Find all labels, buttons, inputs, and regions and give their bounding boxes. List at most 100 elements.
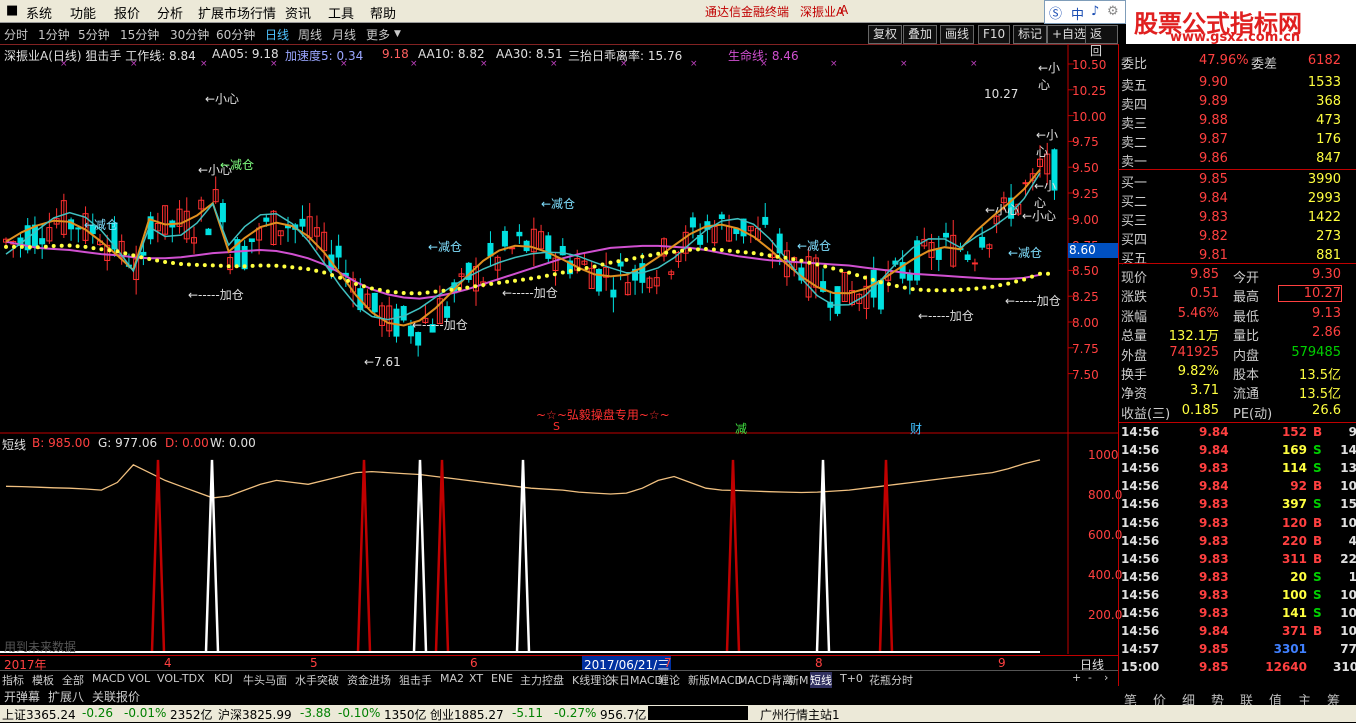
trade-side: B xyxy=(1313,515,1323,530)
ime-sound[interactable]: ♪ xyxy=(1091,4,1099,19)
indicator-tab[interactable]: VOL-TDX xyxy=(157,672,205,685)
indicator-tab[interactable]: 新版MACD xyxy=(688,672,743,688)
trade-price: 9.83 xyxy=(1199,606,1229,620)
period-monthly[interactable]: 月线 xyxy=(332,26,356,43)
buy-level-row[interactable]: 买一 9.85 3990 xyxy=(1119,171,1343,191)
mark-button[interactable]: 标记 xyxy=(1013,25,1048,44)
period-30min[interactable]: 30分钟 xyxy=(170,26,209,43)
danmaku-button[interactable]: 开弹幕 xyxy=(4,688,40,705)
period-fenshi[interactable]: 分时 xyxy=(4,26,28,43)
status-cy-index[interactable]: 创业1885.27 xyxy=(430,706,504,723)
kline-chart[interactable]: × × × × × × × × × × × × × × xyxy=(0,44,1118,690)
aa30-dot xyxy=(179,262,183,266)
indicator-tab[interactable]: 水手突破 xyxy=(295,672,339,688)
back-button[interactable]: 返回 xyxy=(1085,25,1118,58)
aa30-dot xyxy=(767,253,772,258)
sell-level-row[interactable]: 卖二 9.87 176 xyxy=(1119,131,1343,151)
aa30-dot xyxy=(417,291,422,296)
candle-body xyxy=(943,232,949,238)
indicator-tab[interactable]: 新M xyxy=(788,672,809,688)
indicator-tab[interactable]: MA2 xyxy=(440,672,464,685)
menu-analysis[interactable]: 分析 xyxy=(157,3,183,22)
menu-tools[interactable]: 工具 xyxy=(328,3,354,22)
linked-quote-button[interactable]: 关联报价 xyxy=(92,688,140,705)
period-15min[interactable]: 15分钟 xyxy=(120,26,159,43)
settings-icon[interactable]: ⚙ xyxy=(1107,4,1119,19)
aa30-dot xyxy=(385,289,390,294)
menu-function[interactable]: 功能 xyxy=(70,3,96,22)
menu-help[interactable]: 帮助 xyxy=(370,3,396,22)
quote-row: 总量 132.1万 量比 2.86 xyxy=(1119,324,1343,344)
indicator-tab[interactable]: 狙击手 xyxy=(399,672,432,688)
date-axis: 2017年 4 5 6 2017/06/21/三 7 8 9 日线 xyxy=(0,655,1118,673)
indicator-tab[interactable]: 模板 xyxy=(32,672,54,688)
period-60min[interactable]: 60分钟 xyxy=(216,26,255,43)
aa30-dot xyxy=(473,284,478,289)
aa30-dot xyxy=(886,282,891,287)
menu-quote[interactable]: 报价 xyxy=(114,3,140,22)
fuquan-button[interactable]: 复权 xyxy=(868,25,903,44)
status-hs-change: -3.88 xyxy=(300,706,332,720)
status-sh-index[interactable]: 上证3365.24 xyxy=(2,706,76,723)
indicator-tab[interactable]: 花瓶分时 xyxy=(869,672,913,688)
indicator-tab[interactable]: VOL xyxy=(128,672,150,685)
search-input[interactable]: Ⓢ 中 ♪ ⚙ xyxy=(1044,0,1126,24)
trade-count: 10 xyxy=(1340,606,1356,620)
more-dropdown-icon[interactable]: ▼ xyxy=(394,29,401,39)
period-5min[interactable]: 5分钟 xyxy=(78,26,110,43)
status-hs-index[interactable]: 沪深3825.99 xyxy=(218,706,292,723)
sell-level-row[interactable]: 卖四 9.89 368 xyxy=(1119,93,1343,113)
menu-info[interactable]: 资讯 xyxy=(285,3,311,22)
extend8-button[interactable]: 扩展八 xyxy=(48,688,84,705)
buy-level-row[interactable]: 买三 9.83 1422 xyxy=(1119,209,1343,229)
indicator-tab[interactable]: 全部 xyxy=(62,672,84,688)
indicator-tab[interactable]: XT xyxy=(469,672,483,685)
aa30-dot xyxy=(536,275,541,280)
menu-ext-market[interactable]: 扩展市场行情 xyxy=(198,3,276,22)
tab-scroll-right-icon[interactable]: › xyxy=(1104,671,1108,684)
indicator-tab[interactable]: 牛头马面 xyxy=(243,672,287,688)
trade-row: 14:56 9.83 141 S 10 xyxy=(1119,605,1356,623)
buy-level-row[interactable]: 买四 9.82 273 xyxy=(1119,228,1343,248)
watermark-logo: 股票公式指标网 www.gsxz.com.cn xyxy=(1126,0,1356,45)
sub-indicator-name[interactable]: 短线 xyxy=(2,436,26,453)
indicator-tab[interactable]: 末日MACD xyxy=(608,672,663,688)
top-marker: × xyxy=(550,59,558,69)
sell-level-row[interactable]: 卖三 9.88 473 xyxy=(1119,112,1343,132)
indicator-tab[interactable]: 短线 xyxy=(810,672,832,688)
candle-body xyxy=(39,238,46,245)
indicator-tab[interactable]: 主力控盘 xyxy=(520,672,564,688)
period-1min[interactable]: 1分钟 xyxy=(38,26,70,43)
tab-scroll: + - › xyxy=(1068,671,1118,687)
indicator-tab[interactable]: MACD背离 xyxy=(738,672,793,688)
candle-body xyxy=(393,308,400,337)
menu-system[interactable]: 系统 xyxy=(26,3,52,22)
draw-line-button[interactable]: 画线 xyxy=(940,25,975,44)
sell-level-row[interactable]: 卖一 9.86 847 xyxy=(1119,150,1343,170)
indicator-tab[interactable]: T+0 xyxy=(840,672,863,685)
sell-level-volume: 368 xyxy=(1316,94,1341,109)
indicator-tab[interactable]: ENE xyxy=(491,672,513,685)
aa30-dot xyxy=(1022,277,1027,282)
trade-time: 14:56 xyxy=(1121,461,1160,476)
indicator-tab[interactable]: 资金进场 xyxy=(347,672,391,688)
period-daily[interactable]: 日线 xyxy=(265,26,289,43)
indicator-tab[interactable]: KDJ xyxy=(214,672,233,685)
overlay-button[interactable]: 叠加 xyxy=(903,25,938,44)
sell-level-row[interactable]: 卖五 9.90 1533 xyxy=(1119,74,1343,94)
indicator-tab[interactable]: K线理论 xyxy=(572,672,612,688)
quote-value: 0.185 xyxy=(1181,402,1219,418)
buy-level-row[interactable]: 买二 9.84 2993 xyxy=(1119,190,1343,210)
period-more[interactable]: 更多 xyxy=(366,26,390,43)
tab-add-icon[interactable]: + xyxy=(1072,671,1081,684)
quote-label-2: PE(动) xyxy=(1233,406,1273,422)
f10-button[interactable]: F10 xyxy=(978,25,1011,44)
indicator-tab[interactable]: 指标 xyxy=(2,672,24,688)
sub-signal-spike xyxy=(434,459,450,653)
ime-chinese[interactable]: 中 xyxy=(1071,4,1084,23)
period-weekly[interactable]: 周线 xyxy=(298,26,322,43)
indicator-tab[interactable]: MACD xyxy=(92,672,125,685)
menu-icon[interactable]: ■ xyxy=(6,3,18,18)
tab-minus-icon[interactable]: - xyxy=(1088,671,1092,684)
indicator-tab[interactable]: 缠论 xyxy=(658,672,680,688)
